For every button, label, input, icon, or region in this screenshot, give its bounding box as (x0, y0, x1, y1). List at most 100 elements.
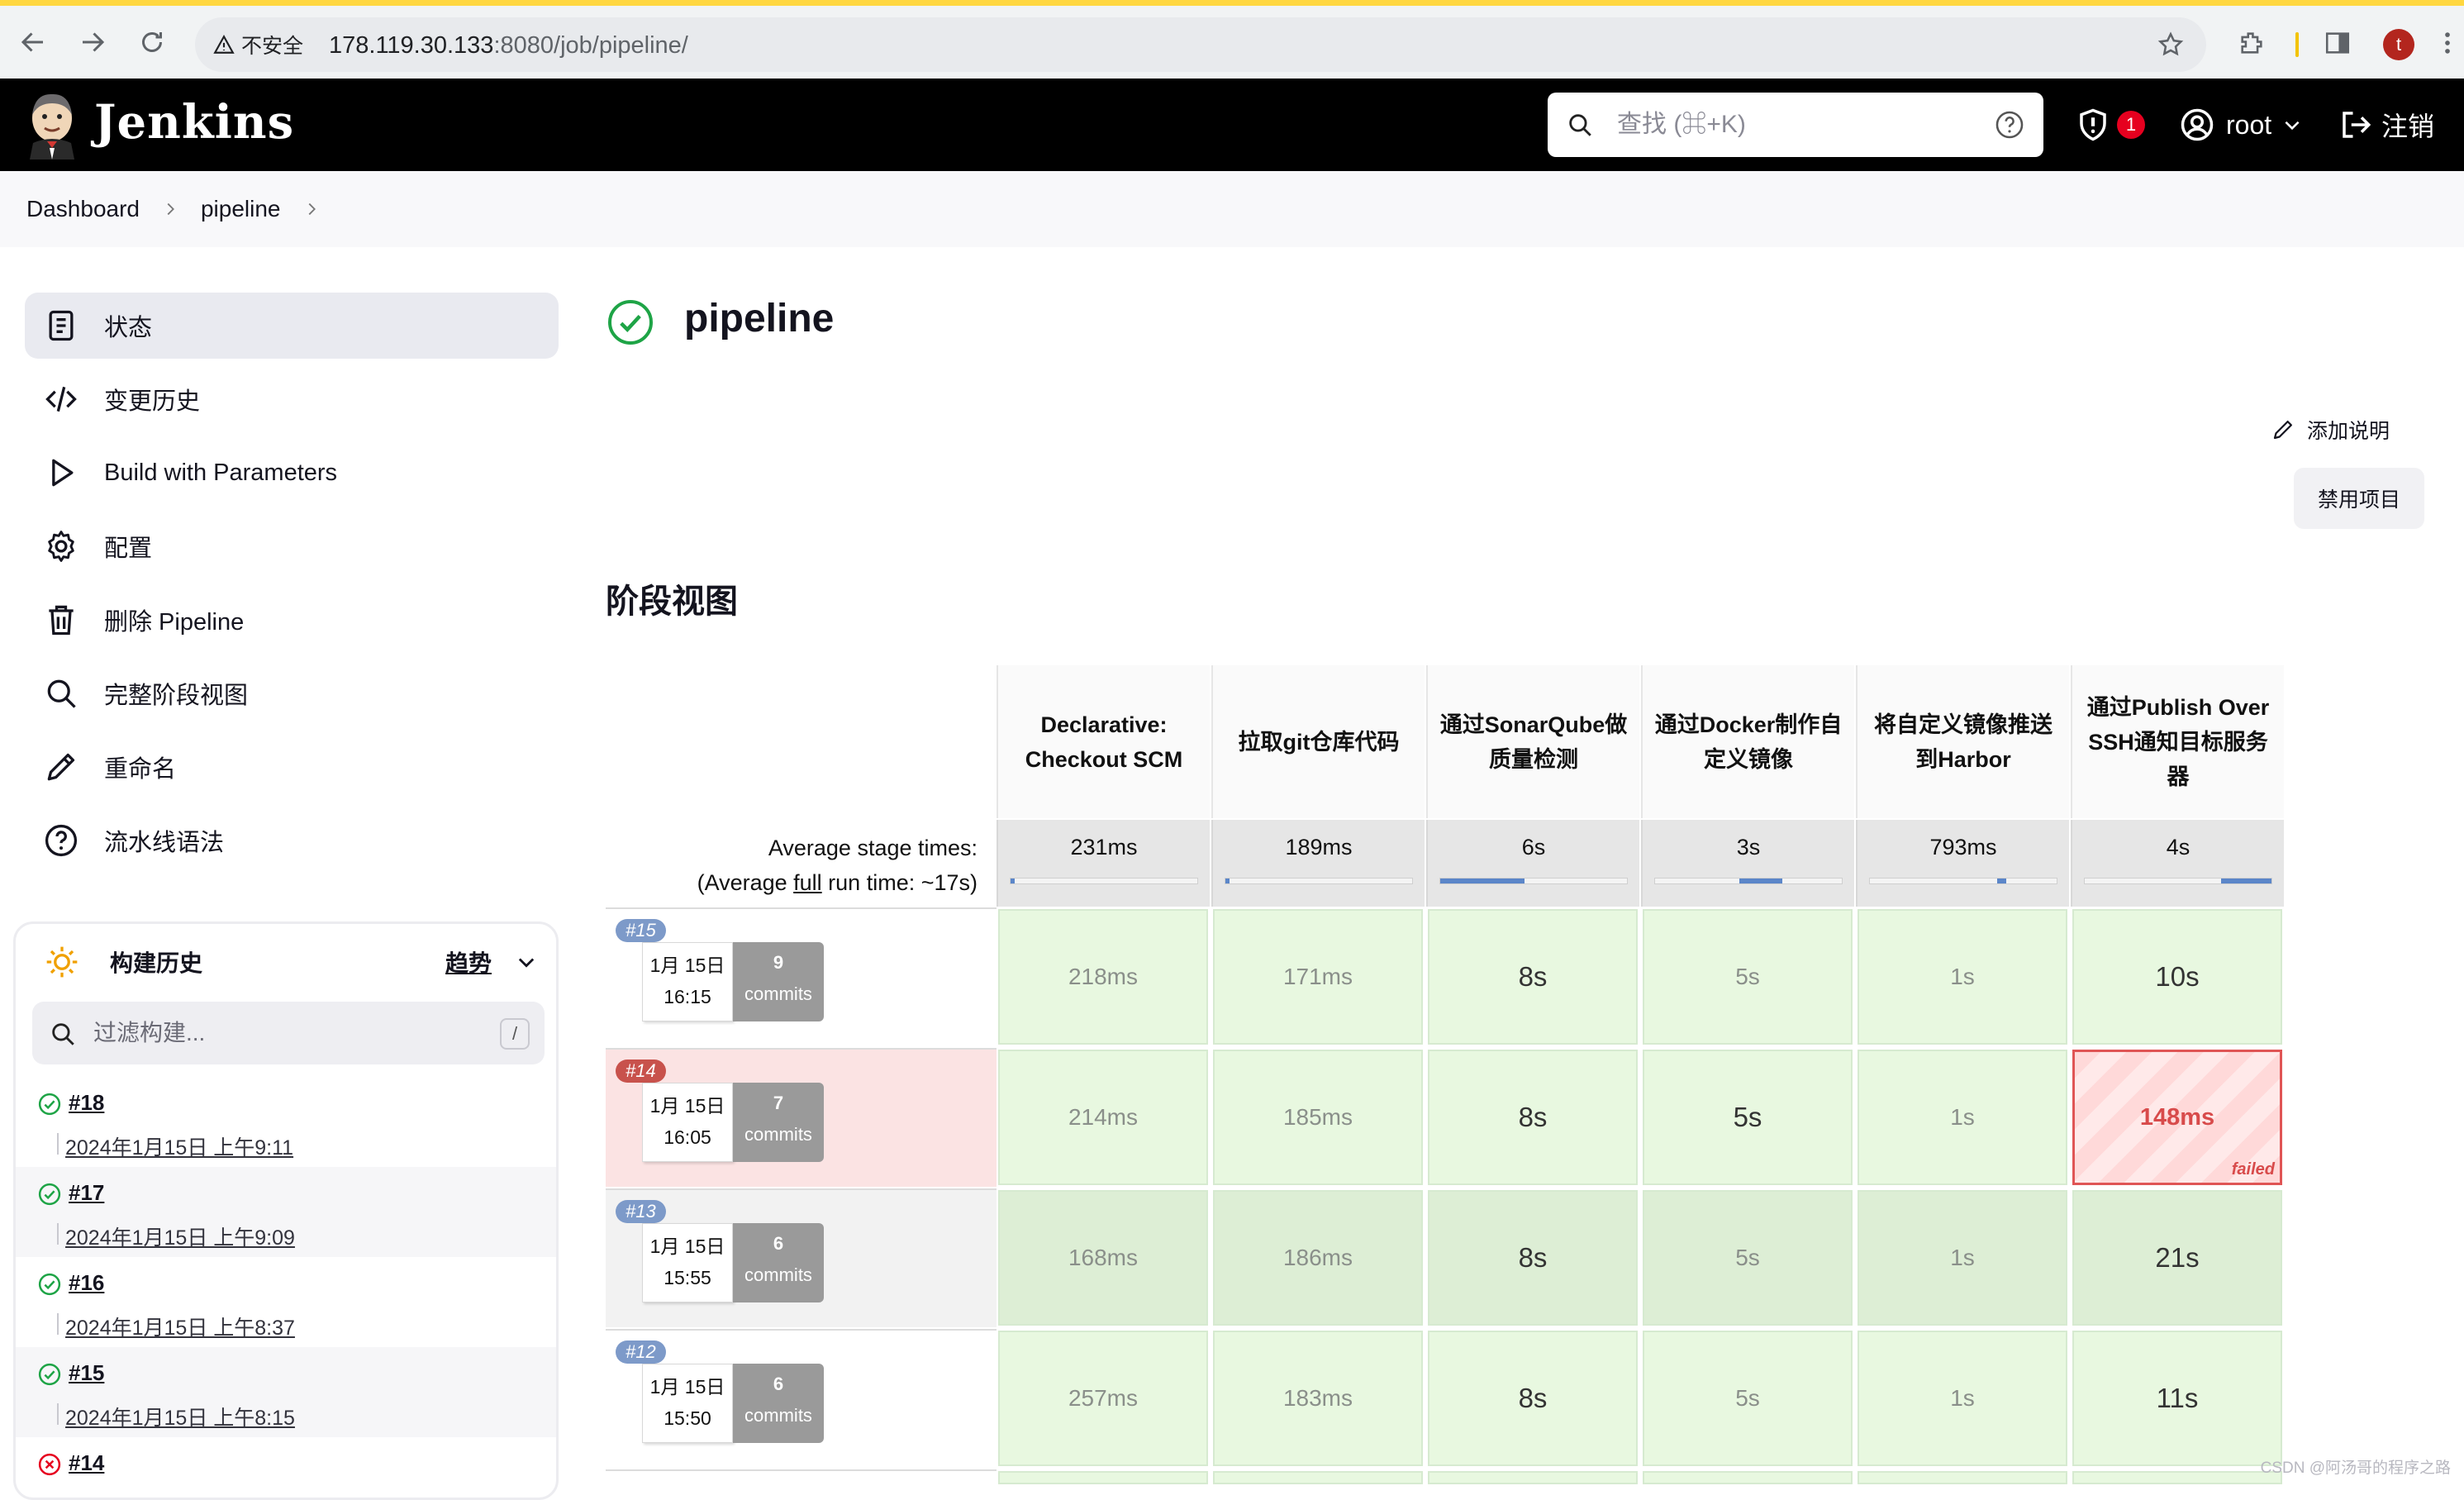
build-number[interactable]: #18 (69, 1090, 104, 1116)
build-number[interactable]: #15 (69, 1360, 104, 1386)
stage-cell[interactable]: 171ms (1213, 909, 1423, 1045)
run-number-badge[interactable]: #12 (616, 1340, 666, 1364)
stage-cell[interactable] (1213, 1471, 1423, 1484)
stage-cell[interactable]: 10s (2072, 909, 2282, 1045)
run-commits-button[interactable]: 6commits (733, 1223, 824, 1302)
build-row-18[interactable]: #18 2024年1月15日 上午9:11 (16, 1077, 556, 1167)
build-date[interactable]: 2024年1月15日 上午9:09 (65, 1221, 295, 1251)
task-configure[interactable]: 配置 (25, 513, 559, 579)
build-row-14[interactable]: #14 (16, 1437, 556, 1500)
success-icon (37, 1272, 62, 1297)
build-number[interactable]: #14 (69, 1450, 104, 1476)
build-date[interactable]: 2024年1月15日 上午8:15 (65, 1402, 295, 1431)
trend-link[interactable]: 趋势 (445, 945, 492, 979)
stage-cell[interactable]: 257ms (998, 1331, 1208, 1466)
stage-cell[interactable]: 1s (1858, 909, 2067, 1045)
stage-cell[interactable]: 186ms (1213, 1190, 1423, 1326)
run-row-header[interactable]: #13 1月 15日15:55 6commits (606, 1188, 997, 1327)
stage-cell[interactable]: 1s (1858, 1050, 2067, 1185)
stage-cell[interactable]: 8s (1428, 1331, 1638, 1466)
task-build-with-parameters[interactable]: Build with Parameters (25, 440, 559, 506)
run-number-badge[interactable]: #15 (616, 919, 666, 942)
run-commits-button[interactable]: 9commits (733, 942, 824, 1021)
build-filter-input[interactable] (93, 1015, 457, 1051)
stage-header: Declarative: Checkout SCM (997, 665, 1210, 818)
task-status[interactable]: 状态 (25, 293, 559, 359)
user-menu[interactable]: root (2180, 79, 2303, 171)
run-commits-button[interactable]: 7commits (733, 1083, 824, 1162)
extensions-icon[interactable] (2238, 29, 2266, 57)
stage-cell[interactable]: 11s (2072, 1331, 2282, 1466)
chevron-down-icon[interactable] (515, 950, 538, 974)
stage-cell[interactable]: 5s (1643, 1190, 1853, 1326)
breadcrumb-dashboard[interactable]: Dashboard (26, 196, 140, 222)
stage-cell[interactable] (1858, 1471, 2067, 1484)
back-icon[interactable] (18, 27, 48, 57)
build-row-17[interactable]: #17 2024年1月15日 上午9:09 (16, 1167, 556, 1257)
stage-cell[interactable]: 5s (1643, 1050, 1853, 1185)
document-icon (43, 307, 79, 344)
security-warning[interactable]: 不安全 (213, 29, 303, 60)
stage-cell[interactable]: 5s (1643, 909, 1853, 1045)
stage-cell[interactable]: 183ms (1213, 1331, 1423, 1466)
stage-cell[interactable]: 8s (1428, 1190, 1638, 1326)
avg-progress-fill (1997, 879, 2006, 883)
task-rename[interactable]: 重命名 (25, 734, 559, 800)
run-row-header[interactable] (606, 1469, 997, 1484)
stage-cell[interactable]: 218ms (998, 909, 1208, 1045)
run-row-header[interactable]: #14 1月 15日16:05 7commits (606, 1048, 997, 1187)
jenkins-brand[interactable]: Jenkins (94, 95, 294, 150)
add-description-button[interactable]: 添加说明 (2271, 413, 2390, 446)
task-full-stage-view[interactable]: 完整阶段视图 (25, 660, 559, 726)
task-pipeline-syntax[interactable]: 流水线语法 (25, 807, 559, 874)
search-box[interactable] (1548, 93, 2043, 157)
side-panel-icon[interactable] (2324, 29, 2352, 57)
security-monitor[interactable]: 1 (2076, 79, 2145, 171)
stage-cell[interactable] (1643, 1471, 1853, 1484)
stage-cell[interactable]: 1s (1858, 1331, 2067, 1466)
stage-header: 拉取git仓库代码 (1211, 665, 1425, 818)
stage-cell[interactable]: 8s (1428, 909, 1638, 1045)
logout-button[interactable]: 注销 (2338, 79, 2434, 171)
task-delete-pipeline[interactable]: 删除 Pipeline (25, 587, 559, 653)
url-text[interactable]: 178.119.30.133:8080/job/pipeline/ (329, 32, 688, 60)
build-row-15[interactable]: #15 2024年1月15日 上午8:15 (16, 1347, 556, 1437)
stage-cell-failed[interactable]: 148ms failed (2072, 1050, 2282, 1185)
search-help-icon[interactable] (1994, 109, 2025, 140)
run-number-badge[interactable]: #14 (616, 1060, 666, 1083)
reload-icon[interactable] (137, 27, 167, 57)
stage-cell[interactable] (1428, 1471, 1638, 1484)
bookmark-star-icon[interactable] (2157, 31, 2185, 59)
search-input[interactable] (1617, 104, 1964, 145)
stage-cell[interactable]: 21s (2072, 1190, 2282, 1326)
build-date[interactable]: 2024年1月15日 上午8:37 (65, 1312, 295, 1341)
jenkins-logo-icon[interactable] (25, 90, 79, 160)
build-number[interactable]: #17 (69, 1180, 104, 1206)
stage-cell[interactable]: 185ms (1213, 1050, 1423, 1185)
full-run-time-link[interactable]: full (793, 870, 822, 895)
build-filter[interactable]: / (32, 1002, 545, 1064)
stage-cell[interactable]: 1s (1858, 1190, 2067, 1326)
menu-kebab-icon[interactable] (2438, 29, 2457, 57)
build-row-16[interactable]: #16 2024年1月15日 上午8:37 (16, 1257, 556, 1347)
run-number-badge[interactable]: #13 (616, 1200, 666, 1223)
stage-cell[interactable]: 8s (1428, 1050, 1638, 1185)
run-row-header[interactable]: #15 1月 15日16:15 9commits (606, 907, 997, 1046)
run-row-header[interactable]: #12 1月 15日15:50 6commits (606, 1329, 997, 1468)
stage-cell[interactable] (2072, 1471, 2282, 1484)
chevron-right-icon[interactable] (302, 200, 321, 218)
disable-project-button[interactable]: 禁用项目 (2294, 468, 2424, 529)
address-bar[interactable]: 不安全 178.119.30.133:8080/job/pipeline/ (195, 17, 2206, 72)
stage-cell[interactable]: 168ms (998, 1190, 1208, 1326)
task-changes[interactable]: 变更历史 (25, 366, 559, 432)
run-commits-button[interactable]: 6commits (733, 1364, 824, 1443)
profile-avatar[interactable]: t (2383, 29, 2414, 60)
build-date[interactable]: 2024年1月15日 上午9:11 (65, 1131, 293, 1161)
stage-cell[interactable]: 214ms (998, 1050, 1208, 1185)
task-label: 状态 (104, 308, 152, 343)
forward-icon[interactable] (78, 27, 107, 57)
stage-cell[interactable]: 5s (1643, 1331, 1853, 1466)
build-number[interactable]: #16 (69, 1270, 104, 1296)
stage-cell[interactable] (998, 1471, 1208, 1484)
breadcrumb-pipeline[interactable]: pipeline (201, 196, 281, 222)
